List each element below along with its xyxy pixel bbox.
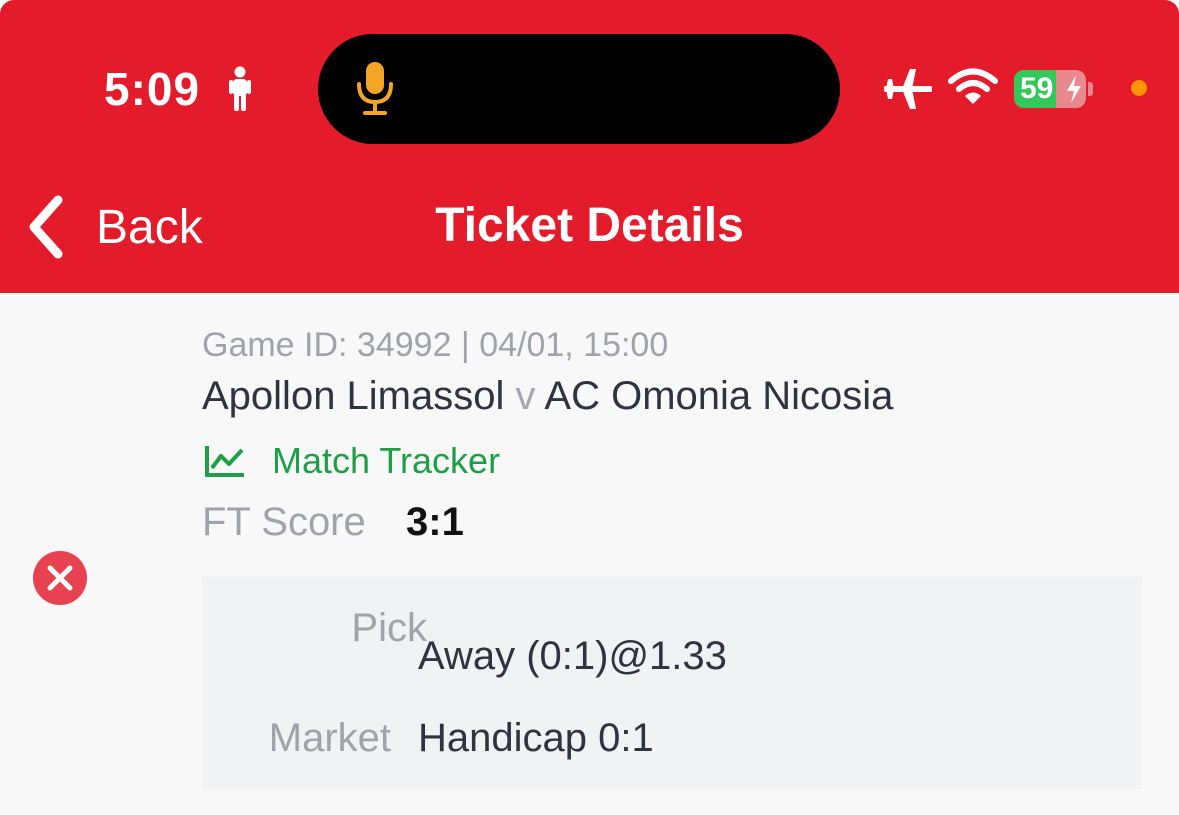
match-title: Apollon Limassol v AC Omonia Nicosia	[202, 374, 893, 419]
airplane-icon	[884, 69, 932, 109]
market-value: Handicap 0:1	[418, 716, 654, 760]
ft-score-label: FT Score	[202, 500, 366, 544]
match-tracker-label: Match Tracker	[272, 440, 501, 481]
match-tracker-link[interactable]: Match Tracker	[204, 440, 500, 482]
battery-icon: 59	[1014, 70, 1086, 108]
lost-icon	[33, 551, 87, 605]
person-icon	[229, 66, 251, 111]
charging-bolt-icon	[1067, 75, 1081, 103]
dynamic-island	[318, 34, 840, 144]
battery-percent: 59	[1020, 72, 1054, 105]
versus-separator: v	[515, 374, 536, 418]
microphone-icon	[357, 62, 393, 115]
ticket-details-screen: 5:09 59 Back Ticket Details Game ID: 349…	[0, 0, 1179, 815]
line-chart-icon	[205, 446, 244, 477]
header: 5:09 59 Back Ticket Details	[0, 0, 1179, 293]
page-title: Ticket Details	[435, 199, 744, 252]
pick-label: Pick	[351, 606, 427, 650]
pick-value: Away (0:1)@1.33	[418, 634, 727, 678]
battery-cap	[1088, 82, 1093, 96]
game-meta: Game ID: 34992 | 04/01, 15:00	[202, 326, 669, 364]
home-team: Apollon Limassol	[202, 374, 505, 418]
market-label: Market	[268, 716, 391, 760]
status-time: 5:09	[104, 63, 201, 115]
away-team: AC Omonia Nicosia	[544, 374, 894, 418]
ft-score-value: 3:1	[406, 500, 464, 544]
privacy-indicator-dot	[1131, 80, 1147, 96]
wifi-icon	[948, 68, 998, 104]
